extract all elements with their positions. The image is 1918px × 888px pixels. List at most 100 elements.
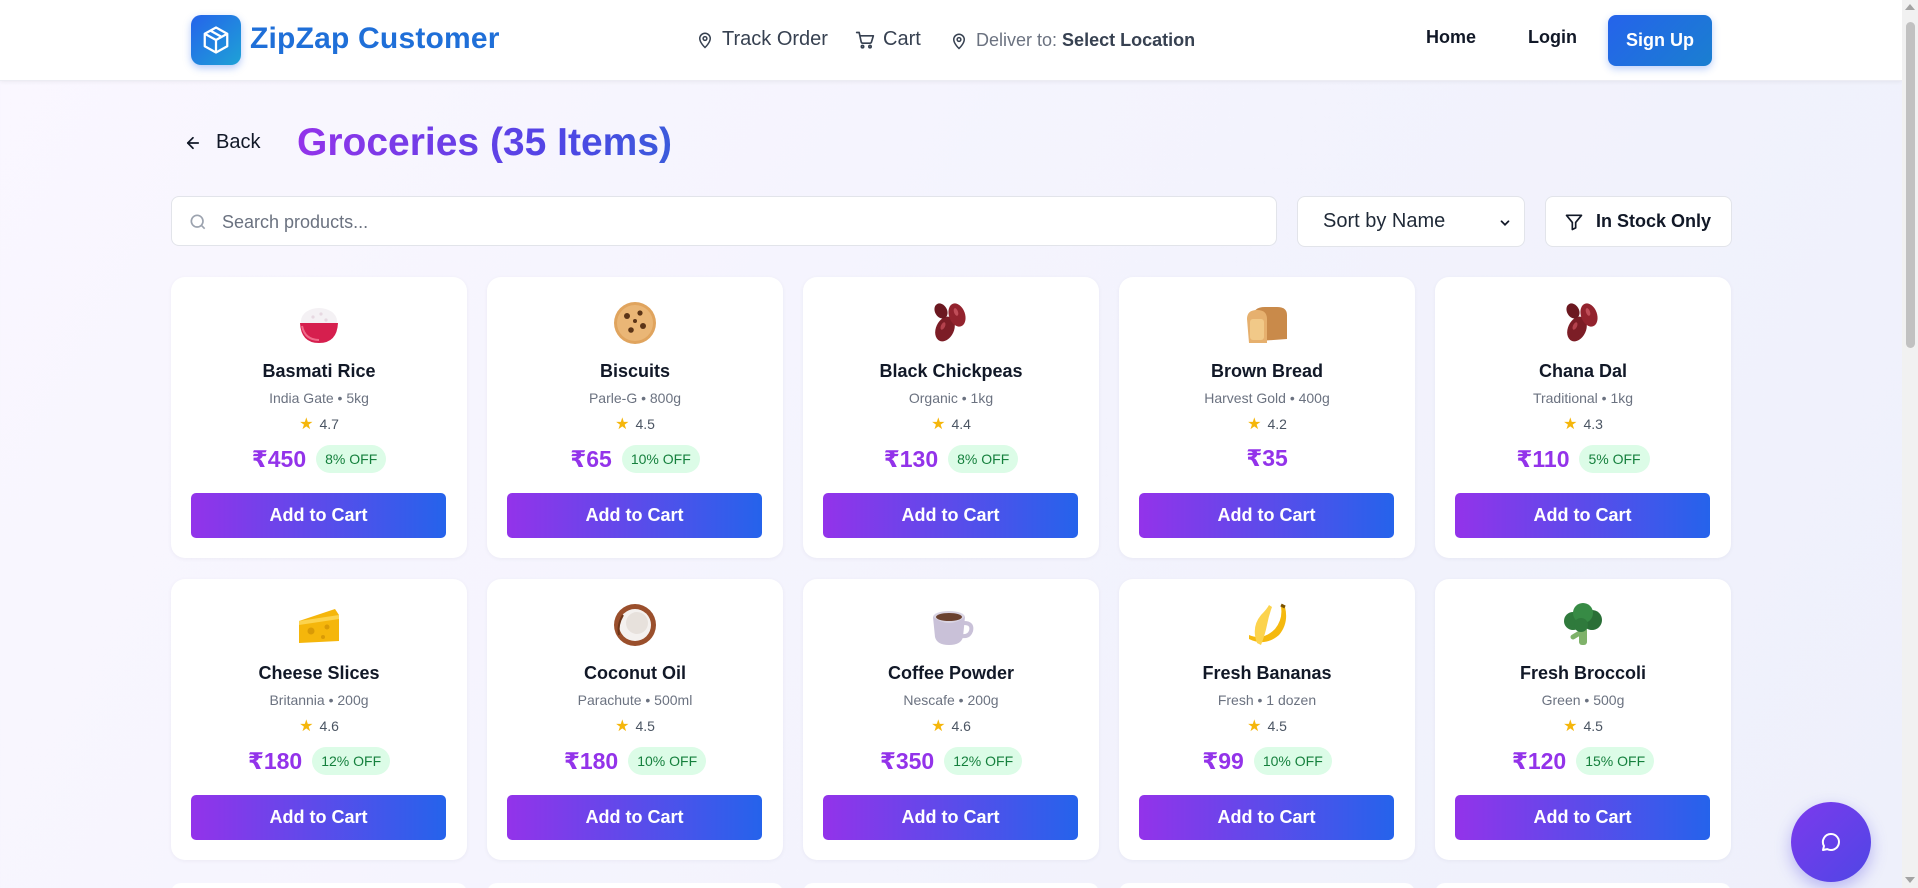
add-to-cart-button[interactable]: Add to Cart — [823, 795, 1078, 840]
product-rating: ★ 4.4 — [803, 414, 1099, 434]
brand-name[interactable]: ZipZap Customer — [250, 22, 500, 56]
add-to-cart-button[interactable]: Add to Cart — [507, 493, 762, 538]
chat-bubble-icon — [1821, 832, 1840, 851]
star-icon: ★ — [1247, 718, 1262, 735]
add-to-cart-button[interactable]: Add to Cart — [823, 493, 1078, 538]
rating-value: 4.5 — [1267, 718, 1287, 734]
product-card[interactable]: Black Chickpeas Organic • 1kg ★ 4.4 ₹130 8% O… — [803, 277, 1099, 558]
sort-select[interactable]: Sort by Name — [1297, 196, 1525, 247]
product-rating: ★ 4.3 — [1435, 414, 1731, 434]
scroll-up-arrow[interactable] — [1905, 4, 1915, 10]
in-stock-filter-button[interactable]: In Stock Only — [1545, 196, 1732, 247]
price-row: ₹110 5% OFF — [1435, 445, 1731, 473]
product-rating: ★ 4.6 — [171, 716, 467, 736]
product-name: Coconut Oil — [584, 663, 686, 683]
product-price: ₹120 — [1511, 747, 1567, 774]
cart-link[interactable]: Cart — [855, 28, 921, 51]
deliver-location-selector[interactable]: Deliver to: Select Location — [950, 30, 1195, 51]
product-card-partial — [487, 883, 783, 888]
star-icon: ★ — [615, 718, 630, 735]
product-card[interactable]: Biscuits Parle-G • 800g ★ 4.5 ₹65 10% OFF Add … — [487, 277, 783, 558]
discount-badge: 12% OFF — [312, 747, 391, 775]
product-brand-size: Organic • 1kg — [908, 390, 994, 406]
discount-badge: 15% OFF — [1576, 747, 1655, 775]
product-price: ₹350 — [879, 747, 935, 774]
product-card[interactable]: Fresh Bananas Fresh • 1 dozen ★ 4.5 ₹99 10% O… — [1119, 579, 1415, 860]
product-card[interactable]: Cheese Slices Britannia • 200g ★ 4.6 ₹180 12%… — [171, 579, 467, 860]
price-row: ₹350 12% OFF — [803, 747, 1099, 775]
chat-button[interactable] — [1791, 802, 1871, 882]
add-to-cart-button[interactable]: Add to Cart — [1455, 493, 1710, 538]
product-name: Cheese Slices — [258, 663, 380, 683]
cart-label: Cart — [883, 28, 921, 50]
star-icon: ★ — [931, 718, 946, 735]
product-card-partial — [1435, 883, 1731, 888]
back-button[interactable]: Back — [184, 131, 260, 154]
product-price: ₹130 — [883, 445, 939, 472]
add-to-cart-button[interactable]: Add to Cart — [191, 493, 446, 538]
discount-badge: 10% OFF — [628, 747, 707, 775]
product-rating: ★ 4.6 — [803, 716, 1099, 736]
price-row: ₹180 10% OFF — [487, 747, 783, 775]
product-brand-size: Britannia • 200g — [269, 692, 369, 708]
map-pin-icon — [952, 33, 966, 50]
cheese-icon — [171, 601, 467, 649]
product-rating: ★ 4.5 — [487, 716, 783, 736]
product-price: ₹65 — [570, 445, 612, 472]
rating-value: 4.6 — [319, 718, 339, 734]
product-price: ₹99 — [1202, 747, 1244, 774]
search-box — [171, 196, 1277, 246]
rating-value: 4.7 — [319, 416, 339, 432]
coconut-icon — [487, 601, 783, 649]
product-name: Coffee Powder — [887, 663, 1015, 683]
rice-bowl-icon — [171, 299, 467, 347]
package-cube-icon[interactable] — [191, 15, 241, 65]
rating-value: 4.5 — [1583, 718, 1603, 734]
product-grid: Basmati Rice India Gate • 5kg ★ 4.7 ₹450 8% O… — [171, 277, 1732, 860]
back-label: Back — [216, 131, 261, 153]
star-icon: ★ — [1563, 718, 1578, 735]
broccoli-icon — [1435, 601, 1731, 649]
product-card[interactable]: Fresh Broccoli Green • 500g ★ 4.5 ₹120 15% OF… — [1435, 579, 1731, 860]
rating-value: 4.2 — [1267, 416, 1287, 432]
product-name: Biscuits — [599, 361, 671, 381]
product-name: Fresh Bananas — [1202, 663, 1332, 683]
product-card[interactable]: Coconut Oil Parachute • 500ml ★ 4.5 ₹180 10% … — [487, 579, 783, 860]
product-card-partial — [171, 883, 467, 888]
product-card[interactable]: Chana Dal Traditional • 1kg ★ 4.3 ₹110 5% OFF… — [1435, 277, 1731, 558]
price-row: ₹120 15% OFF — [1435, 747, 1731, 775]
search-input[interactable] — [222, 207, 1262, 237]
product-rating: ★ 4.5 — [1119, 716, 1415, 736]
chevron-down-icon — [1500, 220, 1510, 226]
track-order-link[interactable]: Track Order — [696, 28, 828, 51]
add-to-cart-button[interactable]: Add to Cart — [1139, 795, 1394, 840]
bread-icon — [1119, 299, 1415, 347]
login-button[interactable]: Login — [1528, 27, 1577, 48]
product-brand-size: Nescafe • 200g — [903, 692, 999, 708]
add-to-cart-button[interactable]: Add to Cart — [1139, 493, 1394, 538]
deliver-location-value: Select Location — [1062, 30, 1196, 50]
add-to-cart-button[interactable]: Add to Cart — [1455, 795, 1710, 840]
rating-value: 4.6 — [951, 718, 971, 734]
add-to-cart-button[interactable]: Add to Cart — [507, 795, 762, 840]
product-card[interactable]: Coffee Powder Nescafe • 200g ★ 4.6 ₹350 12% O… — [803, 579, 1099, 860]
home-button[interactable]: Home — [1426, 27, 1476, 48]
price-row: ₹35 — [1119, 445, 1415, 472]
coffee-cup-icon — [803, 601, 1099, 649]
price-row: ₹99 10% OFF — [1119, 747, 1415, 775]
product-card[interactable]: Basmati Rice India Gate • 5kg ★ 4.7 ₹450 8% O… — [171, 277, 467, 558]
add-to-cart-button[interactable]: Add to Cart — [191, 795, 446, 840]
signup-button[interactable]: Sign Up — [1608, 15, 1712, 66]
rating-value: 4.3 — [1583, 416, 1603, 432]
product-brand-size: India Gate • 5kg — [269, 390, 369, 406]
search-icon — [190, 214, 206, 230]
discount-badge: 10% OFF — [621, 445, 700, 473]
product-brand-size: Fresh • 1 dozen — [1217, 692, 1317, 708]
in-stock-label: In Stock Only — [1596, 211, 1712, 231]
product-brand-size: Parle-G • 800g — [588, 390, 682, 406]
filter-funnel-icon — [1565, 214, 1583, 230]
product-card[interactable]: Brown Bread Harvest Gold • 400g ★ 4.2 ₹35 Add… — [1119, 277, 1415, 558]
scrollbar-thumb[interactable] — [1906, 22, 1915, 348]
track-order-label: Track Order — [722, 28, 828, 50]
scroll-down-arrow[interactable] — [1905, 877, 1915, 883]
